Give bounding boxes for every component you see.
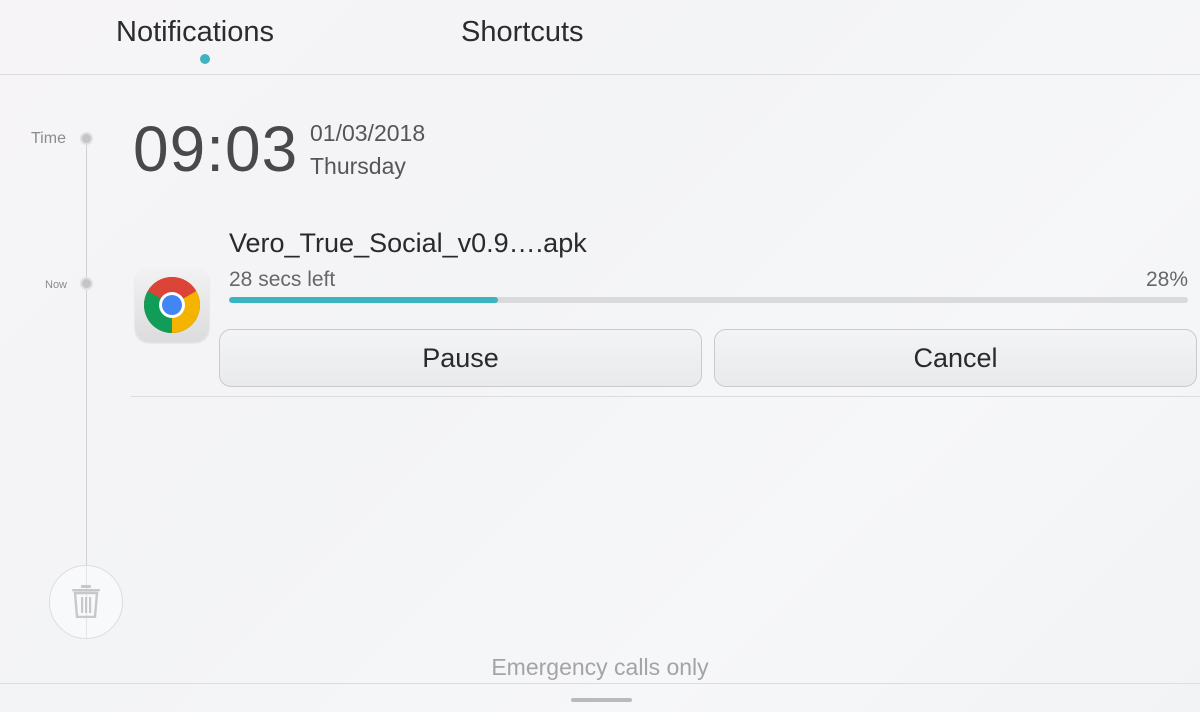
timeline-label-now: Now — [45, 279, 68, 291]
timeline-label-time: Time — [31, 130, 66, 147]
footer-divider — [0, 683, 1200, 684]
download-percent: 28% — [1145, 268, 1188, 291]
clock-date: 01/03/2018 — [310, 120, 426, 146]
pause-button[interactable]: Pause — [219, 329, 702, 387]
panel-drag-handle[interactable] — [571, 698, 632, 702]
tab-bar: Notifications Shortcuts — [0, 0, 1200, 75]
clock-time: 09:03 — [133, 113, 299, 185]
clear-notifications-button[interactable] — [49, 565, 123, 639]
timeline-dot-time — [80, 132, 93, 145]
cancel-button[interactable]: Cancel — [714, 329, 1197, 387]
download-file-name: Vero_True_Social_v0.9….apk — [229, 228, 587, 258]
carrier-status-text: Emergency calls only — [491, 654, 709, 680]
app-icon[interactable] — [135, 268, 209, 342]
download-time-left: 28 secs left — [229, 268, 336, 291]
trash-icon — [72, 585, 100, 618]
notification-divider — [131, 396, 1200, 397]
timeline-dot-now — [80, 277, 93, 290]
download-progress-fill — [229, 297, 498, 303]
download-progress-bar — [229, 297, 1188, 303]
clock-day: Thursday — [310, 153, 406, 179]
tab-notifications[interactable]: Notifications — [116, 16, 274, 49]
timeline-line — [86, 139, 87, 639]
active-tab-indicator — [200, 54, 210, 64]
tab-shortcuts[interactable]: Shortcuts — [461, 16, 584, 49]
chrome-icon — [143, 277, 201, 334]
